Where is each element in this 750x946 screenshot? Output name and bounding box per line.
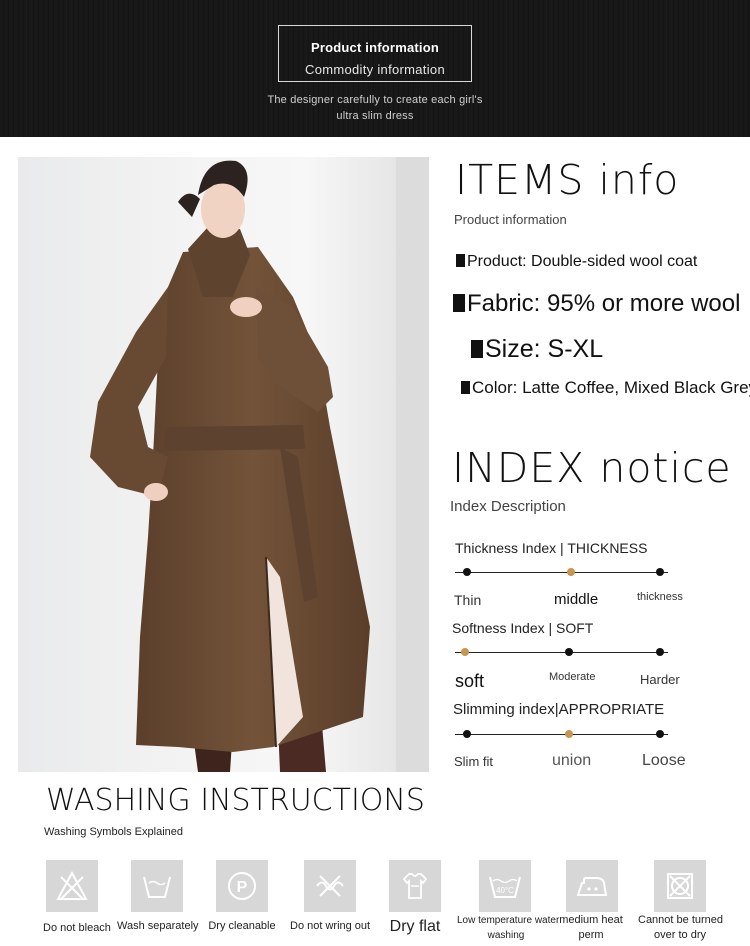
medium-heat-label: medium heat perm [553, 913, 629, 943]
softness-label-harder: Harder [640, 672, 680, 687]
thickness-dot-middle [567, 568, 575, 576]
slimming-scale-title: Slimming index|APPROPRIATE [453, 701, 665, 718]
no-tumble-dry-label-line2: over to dry [654, 929, 706, 941]
thickness-label-thin: Thin [454, 592, 482, 608]
banner-title-box: Product information Commodity informatio… [278, 25, 472, 82]
no-tumble-dry-icon [654, 860, 706, 912]
softness-label-moderate: Moderate [549, 671, 596, 683]
dry-cleanable-label: Dry cleanable [208, 920, 276, 932]
low-temp-wash-label-line2: washing [487, 930, 525, 941]
svg-text:P: P [237, 879, 248, 896]
dry-clean-icon: P [216, 860, 268, 912]
slimming-dot-slim-fit [463, 730, 471, 738]
low-temp-wash-label-line1: Low temperature water [457, 915, 560, 926]
banner-tagline-line2: ultra slim dress [336, 110, 414, 122]
thickness-label-thickness: thickness [637, 591, 683, 603]
no-bleach-label: Do not bleach [43, 922, 111, 934]
softness-scale-title: Softness Index | SOFT [452, 620, 594, 636]
slimming-dot-loose [656, 730, 664, 738]
wash-separately-label: Wash separately [117, 920, 199, 932]
slimming-label-slim-fit: Slim fit [454, 754, 493, 769]
no-tumble-dry-label-line1: Cannot be turned [638, 914, 724, 926]
spec-size-text: Size: S-XL [485, 335, 604, 363]
bullet-box-icon [453, 294, 465, 312]
softness-scale-track [455, 652, 668, 653]
softness-dot-moderate [565, 648, 573, 656]
low-temp-wash-label: Low temperature water washing [457, 913, 560, 943]
no-wring-label: Do not wring out [290, 920, 371, 932]
bullet-box-icon [461, 381, 470, 394]
thickness-dot-thickness [656, 568, 664, 576]
banner-title: Product information [310, 40, 440, 55]
slimming-label-union: union [552, 752, 592, 769]
product-photo [18, 157, 429, 772]
wash-temp-badge: 40°C [496, 886, 514, 895]
medium-heat-label-line1: medium heat [559, 914, 623, 926]
medium-heat-label-line2: perm [578, 929, 604, 941]
softness-label-soft: soft [455, 671, 485, 691]
thickness-dot-thin [463, 568, 471, 576]
softness-dot-harder [656, 648, 664, 656]
thickness-label-middle: middle [554, 591, 599, 608]
spec-fabric: Fabric: 95% or more wool [453, 290, 740, 318]
bullet-box-icon [471, 340, 483, 358]
washing-heading: WASHING INSTRUCTIONS [46, 783, 425, 818]
wash-separately-icon [131, 860, 183, 912]
slimming-label-loose: Loose [642, 752, 686, 769]
spec-size: Size: S-XL [471, 335, 603, 364]
thickness-scale-title: Thickness Index | THICKNESS [455, 540, 648, 556]
items-heading: ITEMS info [455, 156, 680, 204]
spec-product: Product: Double-sided wool coat [456, 253, 697, 271]
thickness-scale-track [455, 572, 668, 573]
items-subheading: Product information [454, 212, 567, 227]
dry-flat-label: Dry flat [389, 918, 441, 935]
spec-color: Color: Latte Coffee, Mixed Black Grey [461, 378, 750, 398]
softness-dot-soft [461, 648, 469, 656]
low-temp-wash-icon: 40°C [479, 860, 531, 912]
bullet-box-icon [456, 254, 465, 267]
slimming-scale-track [455, 734, 668, 735]
no-wring-icon [304, 860, 356, 912]
banner-tagline-line1: The designer carefully to create each gi… [267, 94, 483, 106]
model-wearing-coat-illustration [90, 157, 429, 772]
banner-subtitle: Commodity information [305, 62, 445, 77]
slimming-dot-union [565, 730, 573, 738]
medium-heat-iron-icon [566, 860, 618, 912]
no-tumble-dry-label: Cannot be turned over to dry [638, 913, 724, 943]
dry-flat-icon [389, 860, 441, 912]
index-heading: INDEX notice [452, 444, 732, 492]
spec-product-text: Product: Double-sided wool coat [467, 253, 698, 270]
spec-fabric-text: Fabric: 95% or more wool [467, 290, 741, 317]
header-banner: Product information Commodity informatio… [0, 0, 750, 137]
no-bleach-icon [46, 860, 98, 912]
washing-subheading: Washing Symbols Explained [44, 826, 183, 838]
spec-color-text: Color: Latte Coffee, Mixed Black Grey [472, 378, 750, 397]
index-subheading: Index Description [450, 498, 566, 515]
